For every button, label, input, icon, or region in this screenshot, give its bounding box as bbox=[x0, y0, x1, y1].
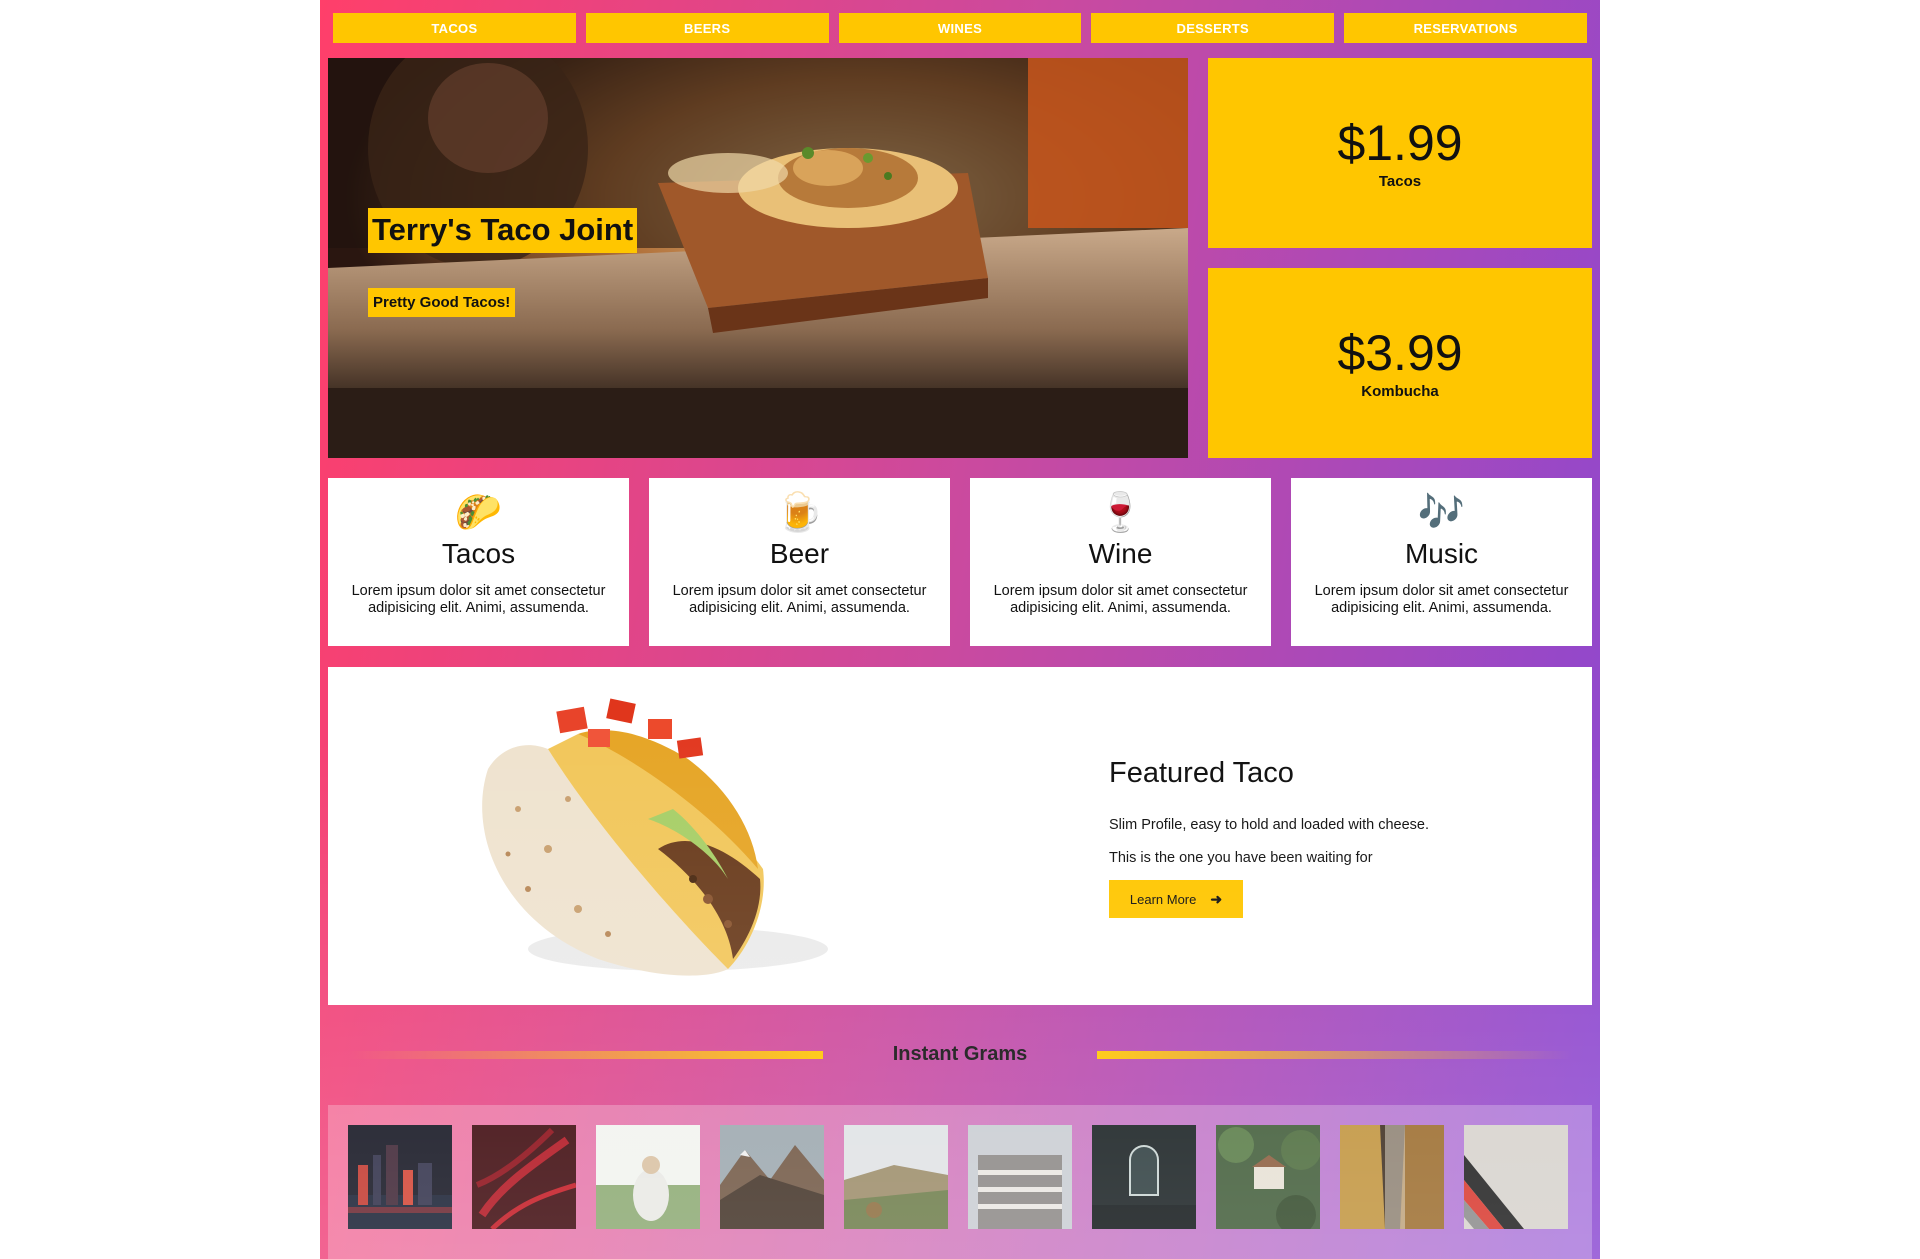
feature-card-beer: 🍺 Beer Lorem ipsum dolor sit amet consec… bbox=[649, 478, 950, 646]
wine-icon: 🍷 bbox=[1096, 492, 1145, 534]
card-text: Lorem ipsum dolor sit amet consectetur a… bbox=[1314, 583, 1569, 616]
music-icon: 🎶 bbox=[1417, 492, 1466, 534]
building-photo[interactable] bbox=[968, 1125, 1072, 1229]
nav-item-beers[interactable]: BEERS bbox=[585, 13, 829, 43]
card-text: Lorem ipsum dolor sit amet consectetur a… bbox=[672, 583, 927, 616]
price-box-kombucha: $3.99 Kombucha bbox=[1208, 268, 1592, 458]
featured-section: Featured Taco Slim Profile, easy to hold… bbox=[328, 667, 1592, 1005]
feature-card-music: 🎶 Music Lorem ipsum dolor sit amet conse… bbox=[1291, 478, 1592, 646]
learn-more-label: Learn More bbox=[1129, 891, 1197, 907]
nav-item-reservations[interactable]: RESERVATIONS bbox=[1344, 13, 1587, 43]
hillside-photo[interactable] bbox=[844, 1125, 948, 1229]
feature-card-wine: 🍷 Wine Lorem ipsum dolor sit amet consec… bbox=[970, 478, 1271, 646]
featured-description: Slim Profile, easy to hold and loaded wi… bbox=[1109, 817, 1429, 833]
taco-icon: 🌮 bbox=[454, 492, 503, 534]
page-container: TACOS BEERS WINES DESSERTS RESERVATIONS bbox=[320, 0, 1600, 1259]
nav-item-desserts[interactable]: DESSERTS bbox=[1091, 13, 1335, 43]
card-text: Lorem ipsum dolor sit amet consectetur a… bbox=[993, 583, 1248, 616]
feature-card-tacos: 🌮 Tacos Lorem ipsum dolor sit amet conse… bbox=[328, 478, 629, 646]
price-label: Kombucha bbox=[1361, 383, 1439, 400]
card-title: Wine bbox=[1088, 538, 1153, 569]
hero-title: Terry's Taco Joint bbox=[368, 208, 638, 253]
price-amount: $1.99 bbox=[1337, 115, 1463, 171]
price-amount: $3.99 bbox=[1337, 325, 1463, 381]
castle-forest-photo[interactable] bbox=[1216, 1125, 1320, 1229]
instant-grams-header: Instant Grams bbox=[328, 1037, 1592, 1071]
featured-title: Featured Taco bbox=[1109, 757, 1294, 789]
hero-photo bbox=[328, 58, 1188, 458]
learn-more-button[interactable]: Learn More ➜ bbox=[1109, 880, 1243, 918]
price-box-tacos: $1.99 Tacos bbox=[1208, 58, 1592, 248]
mountains-photo[interactable] bbox=[720, 1125, 824, 1229]
photo-grid bbox=[348, 1125, 1568, 1229]
hero-subtitle: Pretty Good Tacos! bbox=[368, 288, 516, 317]
abstract-stripes-photo[interactable] bbox=[1464, 1125, 1568, 1229]
arrow-right-icon: ➜ bbox=[1210, 890, 1223, 907]
instant-grams-strip bbox=[328, 1105, 1592, 1259]
nav-item-wines[interactable]: WINES bbox=[838, 13, 1082, 43]
narrow-street-photo[interactable] bbox=[1340, 1125, 1444, 1229]
nav-item-tacos[interactable]: TACOS bbox=[333, 13, 576, 43]
featured-tagline: This is the one you have been waiting fo… bbox=[1109, 850, 1373, 866]
card-title: Music bbox=[1404, 538, 1479, 569]
beer-icon: 🍺 bbox=[775, 492, 824, 534]
card-text: Lorem ipsum dolor sit amet consectetur a… bbox=[351, 583, 606, 616]
card-title: Tacos bbox=[441, 538, 516, 569]
top-nav: TACOS BEERS WINES DESSERTS RESERVATIONS bbox=[333, 13, 1587, 43]
red-fern-photo[interactable] bbox=[472, 1125, 576, 1229]
instant-grams-title: Instant Grams bbox=[892, 1043, 1028, 1065]
feature-cards: 🌮 Tacos Lorem ipsum dolor sit amet conse… bbox=[328, 478, 1592, 646]
woman-in-grass-photo[interactable] bbox=[596, 1125, 700, 1229]
dark-archway-photo[interactable] bbox=[1092, 1125, 1196, 1229]
card-title: Beer bbox=[769, 538, 830, 569]
city-night-photo[interactable] bbox=[348, 1125, 452, 1229]
hero-banner: Terry's Taco Joint Pretty Good Tacos! bbox=[328, 58, 1188, 458]
featured-taco-image bbox=[482, 698, 828, 976]
price-label: Tacos bbox=[1378, 173, 1422, 190]
